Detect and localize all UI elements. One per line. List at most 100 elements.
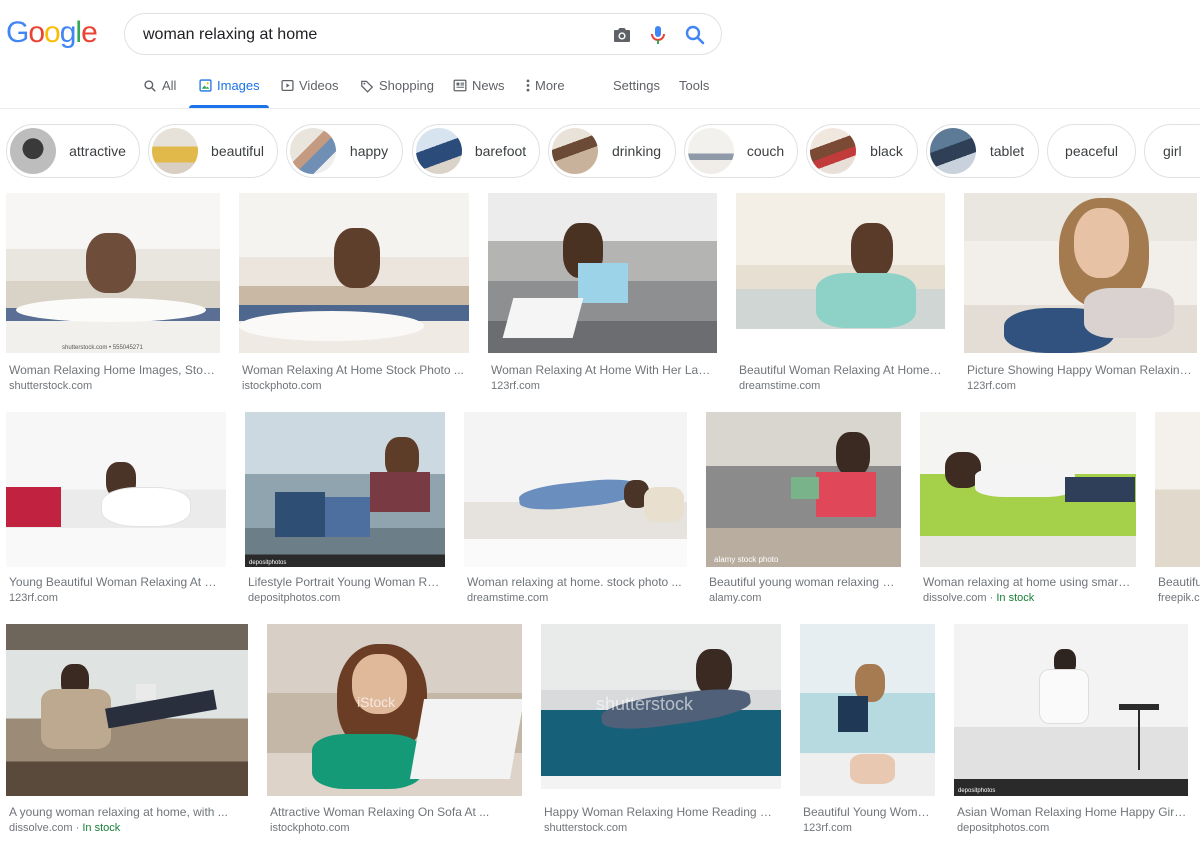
result-thumbnail: shutterstock xyxy=(541,624,781,789)
microphone-icon[interactable] xyxy=(646,23,670,47)
tab-label: Tools xyxy=(679,78,710,93)
result-title: Beautiful young woman relaxing at ... xyxy=(709,575,899,589)
logo-letter: e xyxy=(81,16,98,49)
chip-label: couch xyxy=(746,143,785,159)
chip-tablet[interactable]: tablet xyxy=(926,124,1039,178)
image-result[interactable]: iStock Attractive Woman Relaxing On Sofa… xyxy=(267,624,522,839)
tab-all[interactable]: All xyxy=(143,78,176,93)
logo-letter: G xyxy=(6,16,29,49)
tab-label: Videos xyxy=(299,78,339,93)
tab-videos[interactable]: Videos xyxy=(281,78,339,93)
chip-label: girl xyxy=(1163,143,1182,159)
tab-tools[interactable]: Tools xyxy=(679,78,709,93)
logo-letter: o xyxy=(44,16,61,49)
result-title: Picture Showing Happy Woman Relaxing A..… xyxy=(967,363,1195,377)
image-result[interactable]: depositphotos Lifestyle Portrait Young W… xyxy=(245,412,445,608)
image-result[interactable]: Beautifu freepik.c xyxy=(1155,412,1200,608)
chip-couch[interactable]: couch xyxy=(684,124,798,178)
tab-settings[interactable]: Settings xyxy=(613,78,660,93)
result-thumbnail xyxy=(800,624,935,796)
related-searches-bar: attractive beautiful happy barefoot drin… xyxy=(0,124,1200,180)
image-result[interactable]: A young woman relaxing at home, with ...… xyxy=(6,624,248,839)
tab-shopping[interactable]: Shopping xyxy=(360,78,434,93)
result-thumbnail xyxy=(920,412,1136,567)
result-source: shutterstock.com xyxy=(9,380,93,392)
tab-label: Images xyxy=(217,78,260,93)
result-thumbnail: alamy stock photo xyxy=(706,412,901,567)
search-icon xyxy=(144,79,156,92)
tab-images[interactable]: Images xyxy=(199,78,260,93)
result-source: shutterstock.com xyxy=(544,822,628,834)
chip-thumbnail xyxy=(552,128,598,174)
image-result[interactable]: Woman Relaxing At Home Stock Photo ... i… xyxy=(239,193,469,393)
image-result[interactable]: Beautiful Woman Relaxing At Home St... d… xyxy=(736,193,945,393)
chip-thumbnail xyxy=(10,128,56,174)
result-source: alamy.com xyxy=(709,592,762,604)
chip-barefoot[interactable]: barefoot xyxy=(412,124,540,178)
chip-happy[interactable]: happy xyxy=(286,124,403,178)
result-title: Lifestyle Portrait Young Woman Rel... xyxy=(248,575,443,589)
tab-label: Settings xyxy=(613,78,660,93)
result-title: Woman relaxing at home. stock photo ... xyxy=(467,575,682,589)
chip-girl[interactable]: girl xyxy=(1144,124,1200,178)
result-thumbnail: iStock xyxy=(267,624,522,796)
watermark: shutterstock.com • 555045271 xyxy=(62,345,143,351)
image-result[interactable]: depositphotos Asian Woman Relaxing Home … xyxy=(954,624,1188,839)
result-title: Young Beautiful Woman Relaxing At Ho... xyxy=(9,575,224,589)
chip-beautiful[interactable]: beautiful xyxy=(148,124,278,178)
chip-thumbnail xyxy=(152,128,198,174)
search-tabs: All Images Videos Shopping News More Set… xyxy=(0,66,1200,109)
watermark: shutterstock xyxy=(596,694,694,714)
result-thumbnail xyxy=(464,412,687,567)
in-stock-badge: In stock xyxy=(82,822,121,834)
logo-letter: o xyxy=(28,16,45,49)
result-thumbnail: depositphotos xyxy=(245,412,445,567)
result-source-domain: dissolve.com xyxy=(9,822,73,834)
search-box xyxy=(124,13,722,55)
result-thumbnail: shutterstock.com • 555045271 xyxy=(6,193,220,353)
image-result[interactable]: shutterstock Happy Woman Relaxing Home R… xyxy=(541,624,781,839)
image-result[interactable]: Woman Relaxing At Home With Her Lapto...… xyxy=(488,193,717,393)
chip-peaceful[interactable]: peaceful xyxy=(1047,124,1136,178)
video-icon xyxy=(281,79,294,92)
camera-icon[interactable] xyxy=(610,23,634,47)
image-result[interactable]: Beautiful Young Woma... 123rf.com xyxy=(800,624,935,839)
image-result[interactable]: Woman relaxing at home. stock photo ... … xyxy=(464,412,687,608)
result-source: 123rf.com xyxy=(491,380,540,392)
in-stock-badge: In stock xyxy=(996,592,1035,604)
chip-attractive[interactable]: attractive xyxy=(6,124,140,178)
tab-news[interactable]: News xyxy=(453,78,505,93)
result-title: Beautiful Woman Relaxing At Home St... xyxy=(739,363,944,377)
chip-thumbnail xyxy=(290,128,336,174)
tab-label: News xyxy=(472,78,505,93)
active-tab-indicator xyxy=(189,105,269,108)
chip-thumbnail xyxy=(930,128,976,174)
image-result[interactable]: Young Beautiful Woman Relaxing At Ho... … xyxy=(6,412,226,608)
result-source: dissolve.com · In stock xyxy=(9,822,120,834)
result-title: Woman Relaxing Home Images, Stock ... xyxy=(9,363,219,377)
search-icon[interactable] xyxy=(683,23,707,47)
result-title: Happy Woman Relaxing Home Reading Boo... xyxy=(544,805,779,819)
search-input[interactable] xyxy=(143,23,583,47)
result-thumbnail xyxy=(6,412,226,567)
tab-more[interactable]: More xyxy=(526,78,565,93)
result-source: freepik.c xyxy=(1158,592,1200,604)
image-result[interactable]: Picture Showing Happy Woman Relaxing A..… xyxy=(964,193,1197,393)
chip-label: peaceful xyxy=(1065,143,1118,159)
image-result[interactable]: Woman relaxing at home using smartp... d… xyxy=(920,412,1136,608)
chip-drinking[interactable]: drinking xyxy=(548,124,676,178)
image-icon xyxy=(199,79,212,92)
result-thumbnail xyxy=(736,193,945,353)
result-thumbnail xyxy=(239,193,469,353)
chip-black[interactable]: black xyxy=(806,124,918,178)
tab-label: More xyxy=(535,78,565,93)
google-logo[interactable]: Google xyxy=(6,16,98,50)
result-thumbnail xyxy=(964,193,1197,353)
image-result[interactable]: alamy stock photo Beautiful young woman … xyxy=(706,412,901,608)
image-result[interactable]: shutterstock.com • 555045271 Woman Relax… xyxy=(6,193,220,393)
watermark: alamy stock photo xyxy=(714,555,779,564)
result-source-domain: dissolve.com xyxy=(923,592,987,604)
result-title: Attractive Woman Relaxing On Sofa At ... xyxy=(270,805,490,819)
result-source: istockphoto.com xyxy=(270,822,350,834)
chip-label: barefoot xyxy=(474,143,527,159)
